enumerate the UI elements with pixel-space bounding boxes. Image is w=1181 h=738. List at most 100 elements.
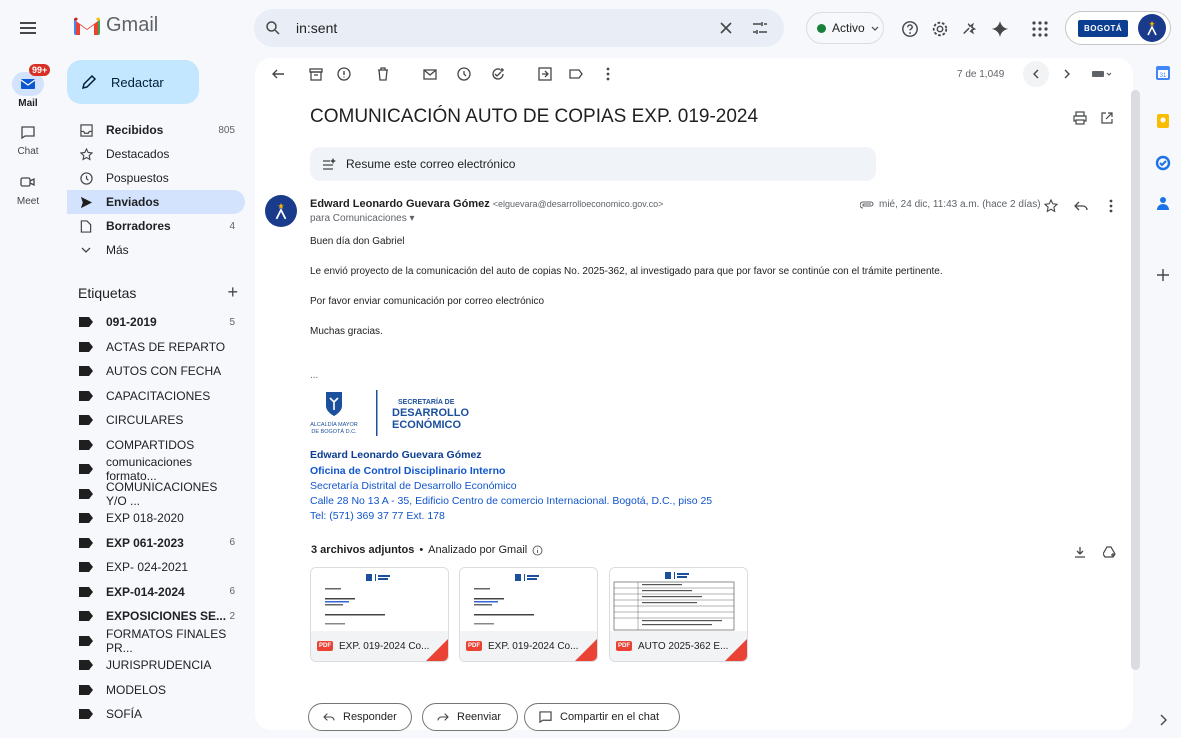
extensions-button[interactable] <box>959 18 981 40</box>
nav-item-recibidos[interactable]: Recibidos 805 <box>67 118 245 142</box>
label-item[interactable]: MODELOS <box>67 678 245 702</box>
snooze-button[interactable] <box>454 64 474 84</box>
sender-name[interactable]: Edward Leonardo Guevara Gómez <box>310 198 490 210</box>
forward-button[interactable]: Reenviar <box>422 703 518 731</box>
nav-item-pospuestos[interactable]: Pospuestos <box>67 166 245 190</box>
chat-icon <box>539 711 552 723</box>
summarize-button[interactable]: Resume este correo electrónico <box>310 147 876 181</box>
star-button[interactable] <box>1041 196 1061 216</box>
reply-icon-button[interactable] <box>1071 196 1091 216</box>
sender-avatar[interactable] <box>265 195 297 227</box>
trimmed-content-toggle[interactable]: ... <box>310 370 318 381</box>
account-switcher[interactable]: BOGOTÁ <box>1065 11 1171 45</box>
send-icon <box>79 195 93 209</box>
rail-chat[interactable]: Chat <box>0 120 56 157</box>
keep-app-button[interactable] <box>1153 111 1173 131</box>
attachment-name: AUTO 2025-362 E... <box>638 640 729 652</box>
gemini-button[interactable] <box>989 18 1011 40</box>
compose-button[interactable]: Redactar <box>67 60 199 104</box>
attachment-card[interactable]: PDF EXP. 019-2024 Co... <box>310 567 449 662</box>
nav-item-borradores[interactable]: Borradores 4 <box>67 214 245 238</box>
add-addon-button[interactable] <box>1153 265 1173 285</box>
label-button[interactable] <box>566 64 586 84</box>
label-item[interactable]: COMUNICACIONES Y/O ... <box>67 480 245 508</box>
add-to-tasks-button[interactable] <box>488 64 508 84</box>
label-item[interactable]: EXP 018-2020 <box>67 506 245 530</box>
newer-button[interactable] <box>1023 61 1049 87</box>
attachment-card[interactable]: PDF AUTO 2025-362 E... <box>609 567 748 662</box>
help-button[interactable] <box>899 18 921 40</box>
label-item[interactable]: EXP- 024-2021 <box>67 555 245 579</box>
rail-meet[interactable]: Meet <box>0 170 56 207</box>
label-item[interactable]: SOFÍA <box>67 702 245 726</box>
contacts-app-button[interactable] <box>1153 193 1173 213</box>
nav-item-count: 4 <box>229 220 235 232</box>
label-item[interactable]: JURISPRUDENCIA <box>67 653 245 677</box>
nav-item-enviados[interactable]: Enviados <box>67 190 245 214</box>
nav-item-destacados[interactable]: Destacados <box>67 142 245 166</box>
share-in-chat-button[interactable]: Compartir en el chat <box>524 703 680 731</box>
open-new-window-button[interactable] <box>1097 108 1117 128</box>
delete-button[interactable] <box>373 64 393 84</box>
search-input[interactable]: in:sent <box>296 20 706 36</box>
label-item[interactable]: FORMATOS FINALES PR... <box>67 627 245 655</box>
label-item[interactable]: ACTAS DE REPARTO <box>67 335 245 359</box>
message-more-button[interactable] <box>1101 196 1121 216</box>
main-menu-button[interactable] <box>16 16 40 40</box>
account-avatar[interactable] <box>1138 14 1166 42</box>
label-item[interactable]: CAPACITACIONES <box>67 384 245 408</box>
expand-side-panel-button[interactable] <box>1153 710 1173 730</box>
logo-text-right-1: SECRETARÍA DE <box>398 397 455 406</box>
label-item[interactable]: AUTOS CON FECHA <box>67 359 245 383</box>
tasks-app-button[interactable] <box>1153 153 1173 173</box>
date-text: mié, 24 dic, 11:43 a.m. (hace 2 días) <box>879 199 1041 210</box>
label-name: 091-2019 <box>106 315 157 329</box>
more-vert-icon <box>1109 199 1113 213</box>
move-to-button[interactable] <box>535 64 555 84</box>
search-bar[interactable]: in:sent <box>254 9 784 47</box>
input-tools-button[interactable] <box>1087 64 1117 84</box>
download-all-button[interactable] <box>1070 542 1090 562</box>
clear-search-button[interactable] <box>712 14 740 42</box>
attachment-preview <box>610 568 747 632</box>
label-item[interactable]: 091-2019 5 <box>67 310 245 334</box>
scrollbar[interactable] <box>1131 90 1140 670</box>
label-item[interactable]: CIRCULARES <box>67 408 245 432</box>
label-item[interactable]: EXP-014-2024 6 <box>67 580 245 604</box>
add-label-button[interactable]: + <box>227 283 238 301</box>
app-name: Gmail <box>106 14 159 36</box>
nav-item-label: Más <box>106 243 129 257</box>
back-button[interactable] <box>268 64 288 84</box>
wand-icon <box>963 22 977 35</box>
nav-item-más[interactable]: Más <box>67 238 245 262</box>
report-spam-button[interactable] <box>334 64 354 84</box>
unread-badge: 99+ <box>29 64 51 76</box>
label-item[interactable]: EXPOSICIONES SE... 2 <box>67 604 245 628</box>
label-item[interactable]: EXP 061-2023 6 <box>67 531 245 555</box>
label-tag-icon <box>79 658 93 672</box>
label-item[interactable]: comunicaciones formato... <box>67 455 245 483</box>
add-to-drive-button[interactable] <box>1100 542 1120 562</box>
label-count: 6 <box>229 537 235 548</box>
settings-button[interactable] <box>929 18 951 40</box>
reply-button[interactable]: Responder <box>308 703 412 731</box>
print-button[interactable] <box>1070 108 1090 128</box>
apps-button[interactable] <box>1029 18 1051 40</box>
gmail-m-icon <box>74 17 100 35</box>
search-options-button[interactable] <box>746 14 774 42</box>
status-selector[interactable]: Activo <box>806 12 884 44</box>
recipients-toggle[interactable]: para Comunicaciones ▾ <box>310 213 415 224</box>
label-tag-icon <box>79 560 93 574</box>
archive-button[interactable] <box>306 64 326 84</box>
attachment-card[interactable]: PDF EXP. 019-2024 Co... <box>459 567 598 662</box>
mark-unread-button[interactable] <box>420 64 440 84</box>
compose-label: Redactar <box>111 74 164 90</box>
older-button[interactable] <box>1057 64 1077 84</box>
calendar-app-button[interactable]: 31 <box>1153 63 1173 83</box>
more-options-button[interactable] <box>598 64 618 84</box>
info-icon <box>532 545 543 555</box>
label-item[interactable]: COMPARTIDOS <box>67 433 245 457</box>
mail-outline-icon <box>423 69 437 80</box>
gmail-logo[interactable]: Gmail <box>74 14 158 37</box>
rail-mail[interactable]: 99+ Mail <box>0 64 56 109</box>
